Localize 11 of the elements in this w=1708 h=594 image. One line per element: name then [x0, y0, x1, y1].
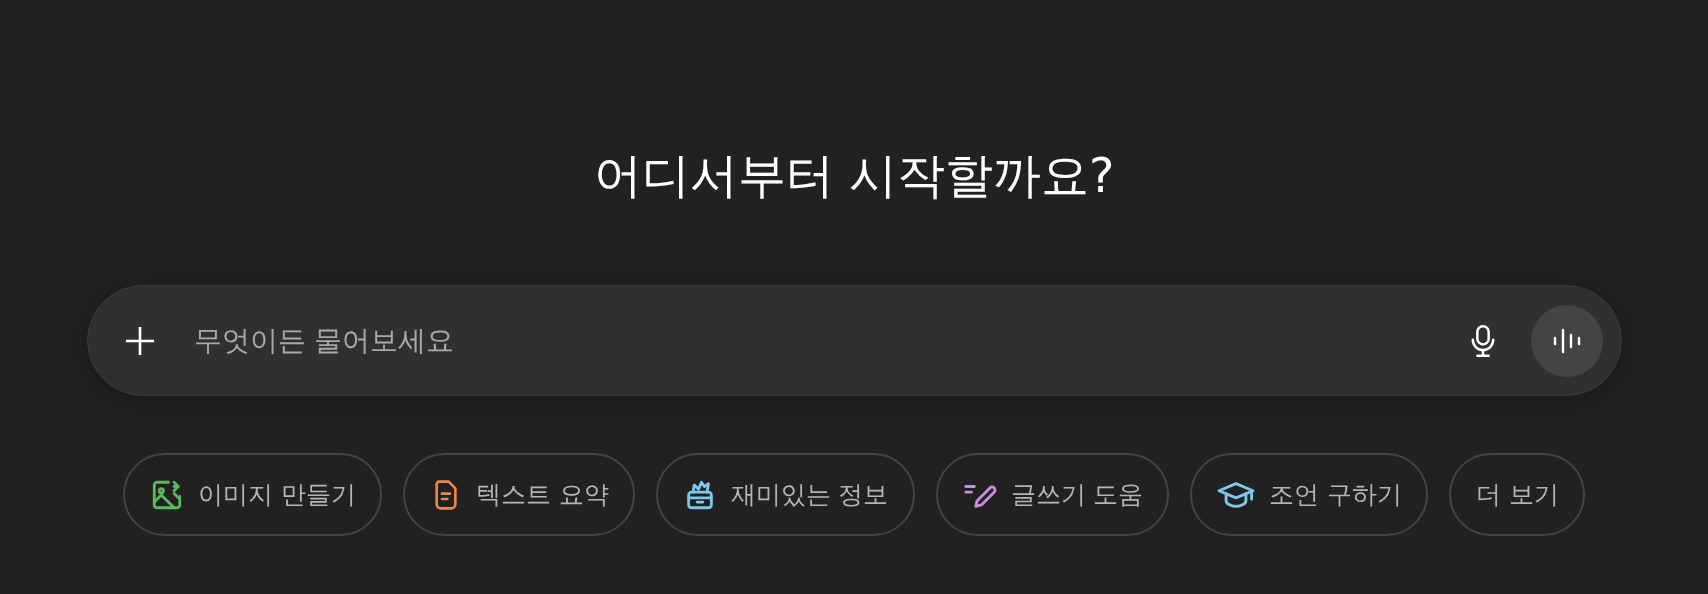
- message-composer[interactable]: 무엇이든 물어보세요: [86, 285, 1622, 397]
- suggestion-chip[interactable]: 조언 구하기: [1190, 453, 1429, 537]
- sound-wave-icon: [1551, 327, 1582, 354]
- suggestion-chip[interactable]: 이미지 만들기: [122, 453, 382, 537]
- suggestion-chip[interactable]: 글쓰기 도움: [935, 453, 1170, 537]
- suggestion-chip[interactable]: 재미있는 정보: [655, 453, 915, 537]
- plus-icon: [123, 324, 156, 357]
- message-input[interactable]: 무엇이든 물어보세요: [191, 323, 1455, 359]
- suggestion-chip[interactable]: 텍스트 요약: [402, 453, 635, 537]
- page-heading: 어디서부터 시작할까요?: [593, 146, 1115, 205]
- suggestion-chip[interactable]: 더 보기: [1449, 453, 1586, 537]
